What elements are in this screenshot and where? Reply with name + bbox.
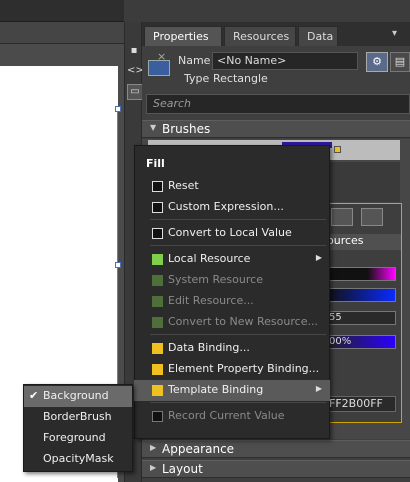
menu-item-label: Element Property Binding... [168,362,320,375]
check-icon: ✔ [29,389,39,402]
menu-item-label: Local Resource [168,252,251,265]
alpha-value: 55 [329,312,342,323]
menu-item-reset[interactable]: Reset [134,176,330,197]
collapse-icon: ▼ [150,123,157,132]
search-input[interactable]: Search [146,94,410,114]
checkbox-icon [152,202,163,213]
submenu-item-label: Foreground [43,431,106,444]
expand-icon: ▶ [150,463,157,472]
menu-item-element-property-binding[interactable]: Element Property Binding... [134,359,330,380]
menu-item-label: Custom Expression... [168,200,284,213]
resource-icon [152,317,163,328]
menu-item-template-binding[interactable]: Template Binding ▶ [134,380,330,401]
menu-item-label: Convert to Local Value [168,226,292,239]
menu-item-edit-resource: Edit Resource... [134,291,330,312]
submenu-item-label: BorderBrush [43,410,112,423]
opacity-slider[interactable]: 00% [326,335,396,349]
menu-item-label: Record Current Value [168,409,285,422]
advanced-options-marker[interactable] [334,146,341,153]
tab-properties[interactable]: Properties × [144,26,222,63]
binding-icon [152,343,163,354]
tab-label: Properties [153,30,209,43]
events-view-button[interactable]: ⚙ [366,52,388,72]
menu-item-data-binding[interactable]: Data Binding... [134,338,330,359]
document-tab-strip [0,0,124,22]
menu-item-convert-to-new-resource: Convert to New Resource... [134,312,330,333]
checkbox-icon [152,181,163,192]
submenu-item-background[interactable]: ✔ Background [24,386,132,407]
menu-item-convert-to-local-value[interactable]: Convert to Local Value [134,223,330,244]
resource-icon [152,275,163,286]
menu-item-custom-expression[interactable]: Custom Expression... [134,197,330,218]
menu-item-label: Template Binding [168,383,264,396]
menu-item-record-current-value: Record Current Value [134,406,330,427]
code-icon[interactable]: <> [127,64,144,78]
menu-separator [150,334,326,335]
opacity-value: 00% [329,336,352,347]
type-label: Type [184,72,210,85]
submenu-item-borderbrush[interactable]: BorderBrush [24,407,132,428]
menu-item-label: Reset [168,179,199,192]
resources-header: ources [321,234,401,250]
menu-item-system-resource: System Resource [134,270,330,291]
pin-icon[interactable]: ▪ [127,44,141,58]
submenu-item-foreground[interactable]: Foreground [24,428,132,449]
resource-brush-icon[interactable] [361,208,383,226]
section-title: Brushes [162,122,211,136]
panel-tabs: Properties × Resources Data ▾ [142,22,410,63]
color-slider[interactable] [326,288,396,302]
checkbox-icon [152,411,163,422]
tab-resources[interactable]: Resources [224,26,296,46]
alpha-field[interactable]: 55 [326,311,396,325]
brush-type-button[interactable] [331,208,353,226]
name-label: Name [178,54,211,67]
tab-label: Data [307,30,334,43]
submenu-item-opacitymask[interactable]: OpacityMask [24,449,132,470]
artboard-header [0,22,124,44]
section-title: Appearance [162,442,235,456]
menu-item-label: System Resource [168,273,263,286]
expand-icon: ▶ [150,443,157,452]
pin-panel-icon[interactable]: ▾ [392,28,404,40]
tab-label: Resources [233,30,290,43]
binding-icon [152,364,163,375]
selection-handle[interactable] [115,262,121,268]
menu-item-label: Data Binding... [168,341,250,354]
menu-separator [150,245,326,246]
section-title: Layout [162,462,203,476]
hex-value-field[interactable]: FF2B00FF [324,396,396,412]
properties-view-button[interactable]: ▤ [390,52,410,72]
submenu-arrow-icon: ▶ [315,253,322,262]
section-brushes[interactable]: ▼ Brushes [142,120,410,138]
section-appearance[interactable]: ▶ Appearance [142,440,410,458]
menu-item-label: Convert to New Resource... [168,315,318,328]
menu-item-label: Edit Resource... [168,294,254,307]
layout-icon[interactable]: ▭ [127,84,143,100]
menu-title: Fill [146,157,165,170]
binding-icon [152,385,163,396]
tab-data[interactable]: Data [298,26,338,46]
section-layout[interactable]: ▶ Layout [142,460,410,478]
menu-separator [150,402,326,403]
checkbox-icon [152,228,163,239]
menu-item-local-resource[interactable]: Local Resource ▶ [134,249,330,270]
menu-separator [150,219,326,220]
type-value: Rectangle [213,72,268,85]
color-slider[interactable] [326,267,396,281]
selection-handle[interactable] [115,106,121,112]
submenu-arrow-icon: ▶ [315,384,322,393]
submenu-item-label: Background [43,389,109,402]
resource-icon [152,254,163,265]
resource-icon [152,296,163,307]
submenu-item-label: OpacityMask [43,452,114,465]
element-color-swatch [148,60,170,76]
name-field[interactable]: <No Name> [212,52,358,70]
